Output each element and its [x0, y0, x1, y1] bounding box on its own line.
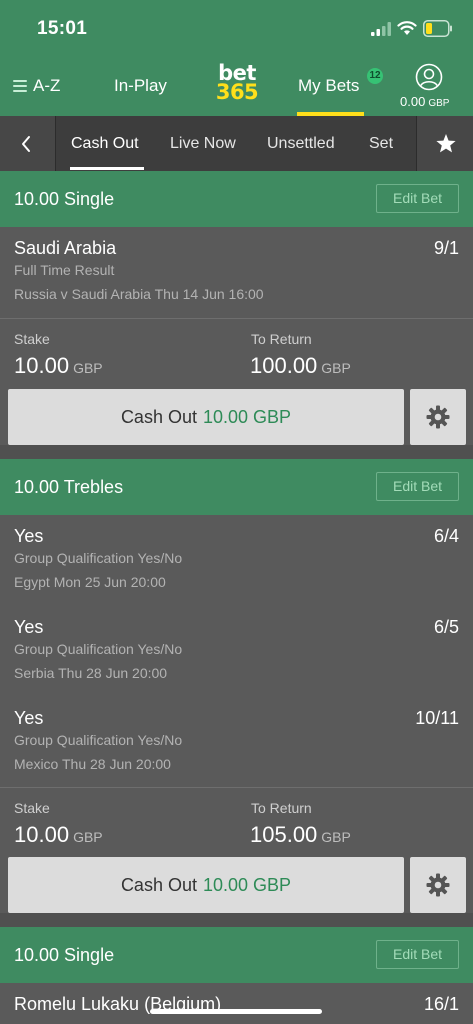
az-label: A-Z — [33, 76, 61, 95]
bet-selection: Yes 10/11 Group Qualification Yes/No Mex… — [0, 708, 473, 778]
selection-event: Mexico Thu 28 Jun 20:00 — [14, 756, 171, 772]
selection-odds: 16/1 — [423, 994, 459, 1014]
hamburger-icon — [13, 79, 27, 93]
battery-icon — [423, 20, 452, 37]
selection-name: Yes — [14, 526, 44, 546]
stake-amount: 10.00 — [14, 822, 70, 847]
bet-header: 10.00 Single Edit Bet — [0, 171, 473, 227]
status-bar: 15:01 — [0, 0, 473, 58]
return-amount: 100.00 — [250, 353, 318, 378]
tab-settled[interactable]: Set — [369, 135, 393, 153]
selection-name: Saudi Arabia — [14, 238, 117, 258]
stake-amount: 10.00 — [14, 353, 70, 378]
stake-label: Stake — [14, 800, 50, 816]
stake-value: 10.00 GBP — [14, 822, 103, 848]
selection-odds: 10/11 — [415, 708, 459, 728]
logo-bottom-text: 365 — [215, 80, 259, 104]
selection-market: Full Time Result — [14, 262, 115, 278]
mybets-count-badge: 12 — [367, 68, 383, 84]
return-currency: GBP — [321, 360, 351, 376]
mybets-button[interactable]: My Bets — [298, 76, 359, 96]
to-return-value: 100.00 GBP — [250, 353, 351, 379]
bet-selection: Yes 6/5 Group Qualification Yes/No Serbi… — [0, 617, 473, 687]
balance-currency: GBP — [428, 98, 450, 109]
tab-active-indicator — [70, 167, 144, 170]
tab-unsettled[interactable]: Unsettled — [267, 135, 335, 153]
selection-event: Russia v Saudi Arabia Thu 14 Jun 16:00 — [14, 286, 264, 302]
status-time: 15:01 — [37, 18, 88, 39]
to-return-label: To Return — [251, 800, 312, 816]
bet-title: 10.00 Single — [14, 189, 115, 209]
selection-name: Yes — [14, 708, 44, 728]
star-icon — [436, 134, 456, 153]
bet-selection: Saudi Arabia 9/1 Full Time Result Russia… — [0, 238, 473, 308]
gear-icon — [426, 873, 450, 897]
to-return-value: 105.00 GBP — [250, 822, 351, 848]
stake-label: Stake — [14, 331, 50, 347]
bet-selection: Yes 6/4 Group Qualification Yes/No Egypt… — [0, 526, 473, 596]
return-amount: 105.00 — [250, 822, 318, 847]
favourites-button[interactable] — [416, 116, 473, 171]
cellular-signal-icon — [371, 22, 391, 36]
cash-out-amount: 10.00 GBP — [202, 407, 292, 427]
cash-out-button[interactable]: Cash Out 10.00 GBP — [8, 389, 404, 445]
divider — [0, 787, 473, 788]
tab-scroll-back-button[interactable] — [0, 116, 56, 171]
cash-out-label: Cash Out — [120, 875, 197, 895]
account-balance[interactable]: 0.00 GBP — [400, 94, 449, 109]
selection-event: Serbia Thu 28 Jun 20:00 — [14, 665, 168, 681]
inplay-button[interactable]: In-Play — [114, 76, 167, 96]
bet-header: 10.00 Trebles Edit Bet — [0, 459, 473, 515]
selection-market: Group Qualification Yes/No — [14, 732, 183, 748]
account-icon[interactable] — [415, 63, 443, 91]
section-gap — [0, 913, 473, 927]
bet365-logo[interactable]: bet 365 — [213, 63, 261, 104]
selection-odds: 9/1 — [433, 238, 459, 258]
balance-value: 0.00 — [400, 94, 426, 109]
selection-name: Yes — [14, 617, 44, 637]
edit-bet-button[interactable]: Edit Bet — [376, 184, 459, 213]
cash-out-settings-button[interactable] — [410, 389, 466, 445]
az-menu-button[interactable]: A-Z — [13, 76, 60, 96]
top-nav: A-Z In-Play bet 365 My Bets 0.00 GBP — [0, 58, 473, 116]
chevron-left-icon — [22, 136, 30, 152]
cash-out-amount: 10.00 GBP — [202, 875, 292, 895]
edit-bet-button[interactable]: Edit Bet — [376, 940, 459, 969]
stake-currency: GBP — [73, 829, 103, 845]
return-currency: GBP — [321, 829, 351, 845]
selection-market: Group Qualification Yes/No — [14, 550, 183, 566]
section-gap — [0, 445, 473, 459]
home-indicator[interactable] — [150, 1009, 322, 1014]
mybets-tab-bar: Cash Out Live Now Unsettled Set — [0, 116, 473, 171]
selection-market: Group Qualification Yes/No — [14, 641, 183, 657]
bet-title: 10.00 Trebles — [14, 477, 124, 497]
tab-cash-out[interactable]: Cash Out — [71, 135, 139, 153]
gear-icon — [426, 405, 450, 429]
edit-bet-button[interactable]: Edit Bet — [376, 472, 459, 501]
tab-live-now[interactable]: Live Now — [170, 135, 236, 153]
wifi-icon — [397, 21, 417, 35]
stake-value: 10.00 GBP — [14, 353, 103, 379]
divider — [0, 318, 473, 319]
cash-out-label: Cash Out — [120, 407, 197, 427]
to-return-label: To Return — [251, 331, 312, 347]
bet-title: 10.00 Single — [14, 945, 115, 965]
bet-header: 10.00 Single Edit Bet — [0, 927, 473, 983]
selection-odds: 6/5 — [433, 617, 459, 637]
selection-odds: 6/4 — [433, 526, 459, 546]
selection-event: Egypt Mon 25 Jun 20:00 — [14, 574, 166, 590]
cash-out-settings-button[interactable] — [410, 857, 466, 913]
stake-currency: GBP — [73, 360, 103, 376]
cash-out-button[interactable]: Cash Out 10.00 GBP — [8, 857, 404, 913]
